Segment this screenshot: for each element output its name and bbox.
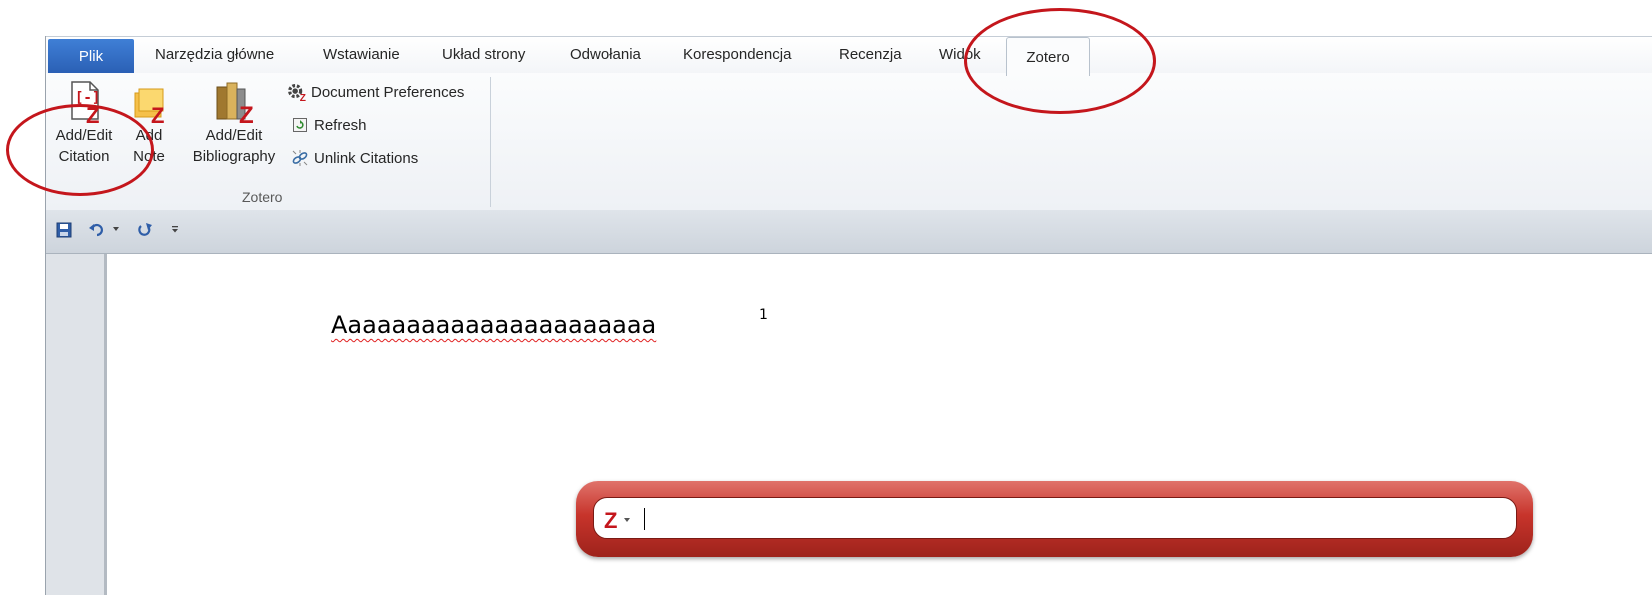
group-divider (490, 77, 491, 207)
customize-toolbar-icon[interactable] (170, 224, 180, 234)
add-edit-citation-button[interactable]: [-] Z Add/Edit Citation (52, 79, 116, 167)
ribbon-zotero: [-] Z Add/Edit Citation Z Add Note Z Add… (46, 73, 1652, 211)
tab-view[interactable]: Widok (939, 46, 981, 63)
tab-zotero[interactable]: Zotero (1006, 37, 1090, 76)
gear-icon: Z (286, 82, 308, 103)
unlink-citations-button[interactable]: Unlink Citations (289, 147, 418, 169)
unlink-citations-label: Unlink Citations (314, 149, 419, 167)
tab-references[interactable]: Odwołania (570, 46, 641, 63)
footnote-reference: 1 (759, 307, 768, 323)
svg-text:Z: Z (300, 93, 306, 103)
citation-icon: [-] Z (62, 79, 106, 128)
add-edit-bibliography-label-1: Add/Edit (205, 127, 263, 144)
add-edit-bibliography-label-2: Bibliography (192, 148, 276, 165)
add-note-label-1: Add (135, 127, 163, 144)
document-text[interactable]: Aaaaaaaaaaaaaaaaaaaaaa (331, 311, 656, 339)
unlink-icon (289, 148, 311, 168)
zotero-quick-format-bar: Z (576, 481, 1533, 557)
svg-text:Z: Z (604, 508, 617, 532)
document-gutter (46, 254, 104, 595)
note-icon: Z (127, 79, 171, 128)
svg-text:Z: Z (86, 103, 99, 125)
undo-dropdown-icon[interactable] (112, 225, 120, 233)
save-icon[interactable] (56, 222, 72, 238)
zotero-logo-icon[interactable]: Z (604, 508, 634, 532)
refresh-button[interactable]: Refresh (289, 114, 367, 136)
tab-file[interactable]: Plik (48, 39, 134, 74)
citation-search-input[interactable]: Z (593, 497, 1517, 539)
tab-insert[interactable]: Wstawianie (323, 46, 400, 63)
quick-access-toolbar (46, 210, 1652, 254)
bibliography-icon: Z (209, 79, 259, 129)
add-edit-citation-label-1: Add/Edit (55, 127, 113, 144)
tab-page-layout[interactable]: Układ strony (442, 46, 525, 63)
document-preferences-label: Document Preferences (311, 83, 465, 101)
redo-icon[interactable] (136, 222, 154, 238)
tab-review[interactable]: Recenzja (839, 46, 902, 63)
group-label-zotero: Zotero (242, 189, 283, 205)
add-edit-bibliography-button[interactable]: Z Add/Edit Bibliography (186, 79, 282, 167)
undo-icon[interactable] (88, 222, 106, 238)
add-edit-citation-label-2: Citation (58, 148, 110, 165)
ribbon-tab-strip: Plik Narzędzia główne Wstawianie Układ s… (46, 36, 1652, 76)
add-note-button[interactable]: Z Add Note (126, 79, 172, 167)
text-cursor (644, 508, 645, 530)
tab-home[interactable]: Narzędzia główne (155, 46, 274, 63)
refresh-label: Refresh (314, 116, 367, 134)
svg-text:Z: Z (239, 102, 254, 125)
tab-mailings[interactable]: Korespondencja (683, 46, 791, 63)
refresh-icon (289, 115, 311, 135)
add-note-label-2: Note (133, 148, 165, 165)
svg-text:Z: Z (151, 103, 164, 125)
document-preferences-button[interactable]: Z Document Preferences (286, 81, 464, 103)
